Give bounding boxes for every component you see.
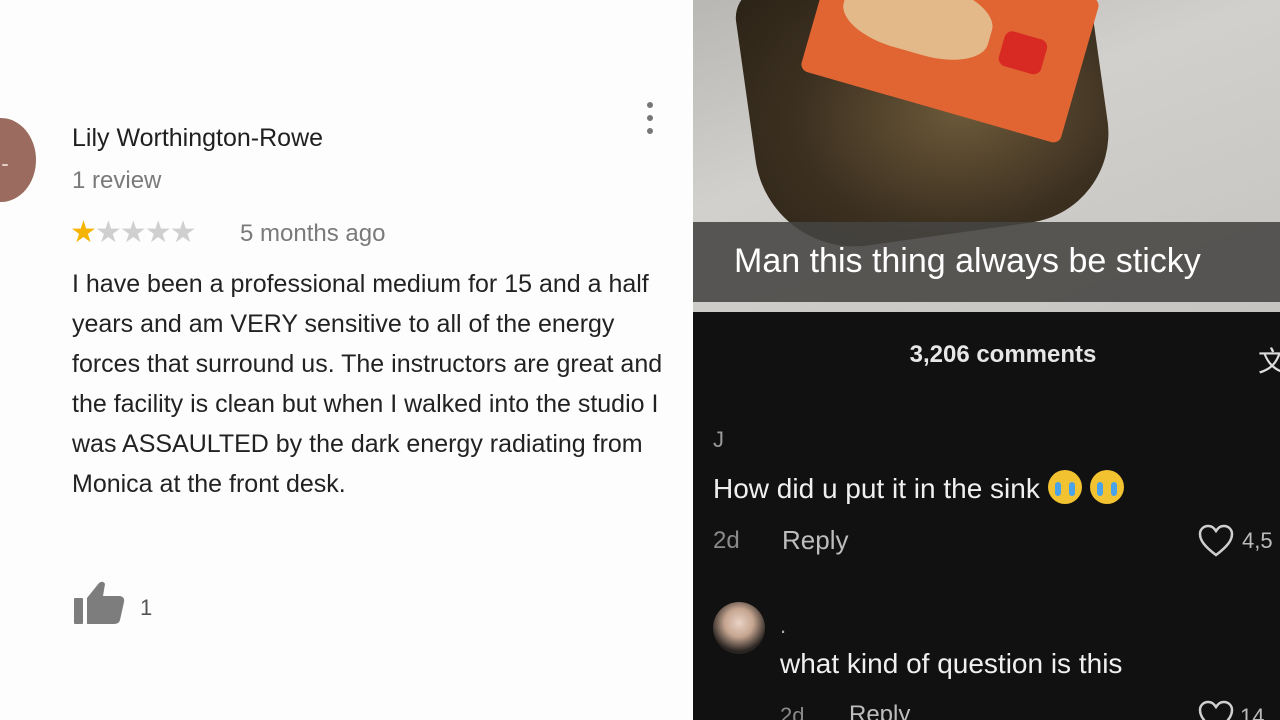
comment-text: what kind of question is this: [780, 648, 1123, 679]
comments-count: 3,206 comments: [909, 341, 1097, 368]
reviewer-name[interactable]: Lily Worthington-Rowe: [72, 124, 323, 153]
review-card: Lily Worthington-Rowe 1 review ★★★★★ 5 m…: [0, 0, 693, 720]
comment-age: 2d: [713, 527, 740, 554]
comment-like-count: 14: [1240, 704, 1265, 720]
loudly-crying-emoji-icon: [1089, 470, 1124, 504]
heart-icon[interactable]: [1198, 524, 1234, 558]
review-body: I have been a professional medium for 15…: [72, 270, 663, 498]
star-empty-icon: ★: [169, 216, 197, 249]
comment-username[interactable]: .: [780, 613, 786, 639]
star-empty-icon: ★: [144, 216, 172, 249]
comment-text-body: How did u put it in the sink: [713, 473, 1040, 504]
comment-age: 2d: [780, 703, 805, 720]
translate-icon[interactable]: 文: [1258, 340, 1280, 380]
star-filled-icon: ★: [70, 216, 97, 249]
heart-icon[interactable]: [1198, 700, 1234, 720]
comment-text: How did u put it in the sink: [713, 470, 1124, 505]
reply-button[interactable]: Reply: [849, 701, 910, 720]
star-rating: ★★★★★: [70, 215, 197, 251]
helpful-count: 1: [140, 595, 153, 620]
reviewer-review-count: 1 review: [72, 167, 162, 194]
comment-username[interactable]: J: [713, 427, 724, 453]
reply-button[interactable]: Reply: [782, 525, 848, 556]
star-empty-icon: ★: [94, 216, 122, 249]
video-caption: Man this thing always be sticky: [734, 242, 1201, 280]
loudly-crying-emoji-icon: [1047, 470, 1082, 504]
comment-like-count: 4,5: [1242, 528, 1273, 553]
thumbs-up-icon[interactable]: [72, 580, 126, 626]
more-vert-icon[interactable]: [641, 100, 659, 136]
commenter-avatar[interactable]: [713, 602, 765, 654]
reviewer-avatar[interactable]: [0, 118, 36, 202]
video-comments-panel: Man this thing always be sticky 3,206 co…: [693, 0, 1280, 720]
star-empty-icon: ★: [119, 216, 147, 249]
review-timestamp: 5 months ago: [240, 220, 386, 247]
